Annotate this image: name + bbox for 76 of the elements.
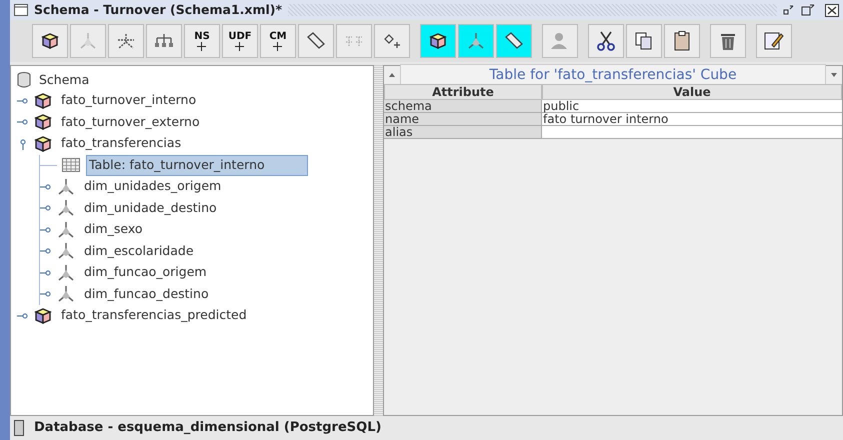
toolbar-button[interactable] [664, 24, 700, 58]
axes-icon [467, 32, 485, 50]
button-label: NS [194, 32, 210, 42]
status-icon [14, 420, 24, 436]
plus-icon [235, 42, 244, 50]
axes-icon [57, 220, 75, 239]
clipboard-icon [674, 31, 690, 51]
tree-item[interactable]: fato_transferencias_predicted [58, 305, 250, 326]
value-cell[interactable] [542, 126, 842, 139]
tree-item[interactable]: dim_funcao_destino [81, 284, 212, 305]
button-label: CM [269, 32, 287, 42]
cube-icon [34, 306, 52, 325]
maximize-icon[interactable] [801, 4, 815, 16]
toolbar-button[interactable] [756, 24, 792, 58]
cube-icon [429, 32, 447, 50]
toolbar-button[interactable] [108, 24, 144, 58]
attribute-cell: alias [384, 126, 542, 139]
toolbar-button[interactable] [588, 24, 624, 58]
tree-item[interactable]: Table: fato_turnover_interno [86, 154, 308, 176]
toolbar-button[interactable] [374, 24, 410, 58]
column-header[interactable]: Value [542, 84, 842, 100]
table-icon [62, 158, 80, 172]
axes-icon [57, 178, 75, 196]
button-label: UDF [228, 32, 252, 42]
cube-icon [41, 32, 59, 50]
tree-item[interactable]: fato_transferencias [58, 133, 184, 154]
panel-title: Table for 'fato_transferencias' Cube [400, 64, 826, 86]
toolbar-button[interactable] [32, 24, 68, 58]
copy-icon [635, 32, 653, 50]
tree-item[interactable]: dim_escolaridade [81, 240, 197, 262]
tree-item[interactable]: fato_turnover_externo [58, 112, 203, 133]
ruler-icon [306, 32, 326, 50]
attribute-cell: name [384, 113, 542, 126]
toolbar-button[interactable] [420, 24, 456, 58]
toolbar-button[interactable] [146, 24, 182, 58]
toolbar-button[interactable] [496, 24, 532, 58]
pencil-paper-icon [764, 31, 784, 51]
ruler-icon [504, 32, 524, 50]
tree-item[interactable]: dim_sexo [81, 219, 146, 240]
toolbar-button[interactable] [710, 24, 746, 58]
toolbar-button[interactable]: UDF [222, 24, 258, 58]
axes-icon [57, 242, 75, 260]
plus-icon [273, 42, 282, 50]
axes-icon [79, 32, 97, 50]
tree-root[interactable]: Schema [39, 70, 90, 90]
hierarchy-icon [154, 33, 174, 49]
cube-icon [34, 92, 52, 110]
cube-icon [34, 113, 52, 132]
toolbar-button[interactable] [298, 24, 334, 58]
tree-item[interactable]: dim_unidades_origem [81, 176, 224, 198]
diamond-icon [383, 33, 401, 49]
scissors-icon [597, 31, 615, 51]
axes-icon [57, 264, 75, 282]
restore-icon[interactable] [783, 5, 795, 15]
column-header[interactable]: Attribute [384, 84, 542, 100]
value-cell[interactable]: public [542, 100, 842, 113]
toolbar-button[interactable]: NS [184, 24, 220, 58]
toolbar-button[interactable] [626, 24, 662, 58]
plus-icon [197, 42, 206, 50]
tree-item[interactable]: fato_turnover_interno [58, 90, 200, 112]
attribute-cell: schema [384, 100, 542, 113]
toolbar-button[interactable]: CM [260, 24, 296, 58]
axes-cluster-icon [116, 32, 136, 50]
window-icon [14, 4, 28, 16]
database-icon [17, 72, 31, 88]
value-cell[interactable]: fato turnover interno [542, 113, 842, 126]
status-text: Database - esquema_dimensional (PostgreSQL) [34, 419, 382, 438]
cube-icon [34, 134, 52, 153]
tree-item[interactable]: dim_unidade_destino [81, 198, 220, 219]
axes-icon [57, 285, 75, 304]
window-title: Schema - Turnover (Schema1.xml)* [34, 0, 282, 19]
person-icon [550, 32, 570, 50]
tree-item[interactable]: dim_funcao_origem [81, 262, 210, 284]
trash-icon [720, 31, 736, 51]
axes-icon [57, 199, 75, 218]
close-icon[interactable] [825, 4, 839, 16]
